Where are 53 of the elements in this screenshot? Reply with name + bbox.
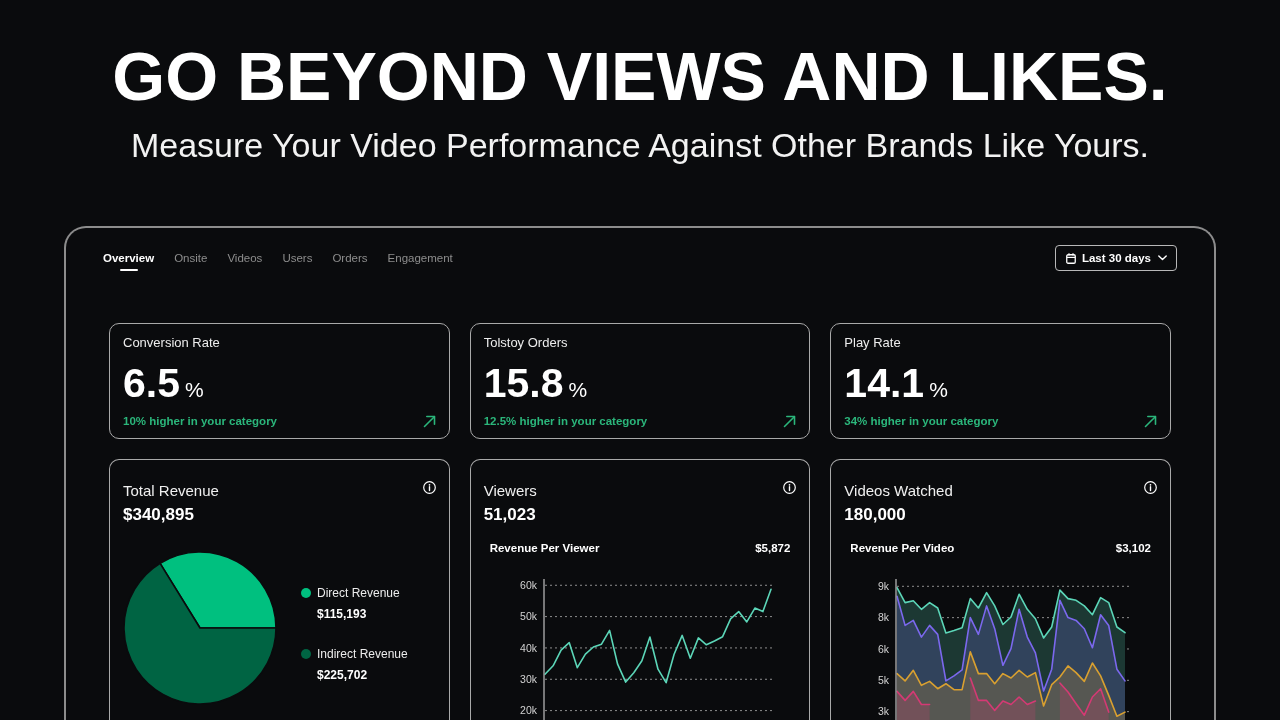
tab[interactable]: Overview (103, 245, 155, 271)
info-icon[interactable] (1144, 481, 1157, 494)
card-title: Conversion Rate (123, 335, 220, 351)
arrow-up-right-icon (1144, 414, 1157, 428)
comparison-note: 34% higher in your category (844, 414, 999, 429)
stat-unit: % (185, 377, 204, 403)
stat-value: 15.8 (483, 360, 564, 406)
date-range-button[interactable]: Last 30 days (1054, 245, 1177, 271)
card-value: 51,023 (483, 505, 536, 525)
metric-label: Revenue Per Video (850, 541, 955, 556)
comparison-note: 10% higher in your category (123, 414, 277, 429)
axis-tick-label: 9k (878, 580, 890, 593)
card-title: Play Rate (844, 335, 901, 351)
calendar-icon (1065, 252, 1076, 264)
headline: GO BEYOND VIEWS AND LIKES. (112, 37, 1168, 116)
tab[interactable]: Orders (332, 245, 368, 271)
tab[interactable]: Engagement (387, 245, 453, 271)
axis-tick-label: 40k (519, 641, 537, 654)
tab[interactable]: Users (282, 245, 313, 271)
stat-value: 14.1 (844, 360, 925, 406)
stat-value: 6.5 (123, 360, 180, 406)
caret-icon (1158, 255, 1167, 261)
axis-tick-label: 5k (878, 674, 890, 687)
legend-label: Direct Revenue (317, 585, 400, 601)
card-title: Tolstoy Orders (483, 335, 568, 351)
axis-tick-label: 6k (878, 642, 890, 655)
axis-tick-label: 50k (519, 610, 537, 623)
axis-tick-label: 8k (878, 611, 890, 624)
axis-tick-label: 3k (878, 705, 890, 718)
card-title: Viewers (483, 482, 537, 500)
tab[interactable]: Onsite (174, 245, 208, 271)
stat-unit: % (929, 377, 948, 403)
card-title: Total Revenue (123, 482, 219, 500)
arrow-up-right-icon (783, 414, 797, 428)
info-icon[interactable] (422, 481, 436, 494)
legend-value: $115,193 (317, 606, 367, 622)
comparison-note: 12.5% higher in your category (483, 414, 648, 429)
card-title: Videos Watched (844, 482, 953, 500)
stat-unit: % (568, 377, 588, 403)
tab[interactable]: Videos (227, 245, 263, 271)
metric-label: Revenue Per Viewer (489, 541, 600, 556)
info-icon[interactable] (783, 481, 797, 494)
arrow-up-right-icon (422, 414, 436, 428)
metric-value: $3,102 (1115, 541, 1151, 556)
axis-tick-label: 30k (519, 673, 537, 686)
card-value: 180,000 (844, 505, 906, 525)
axis-tick-label: 60k (519, 579, 537, 592)
card-value: $340,895 (123, 505, 194, 525)
metric-value: $5,872 (755, 541, 791, 556)
legend-value: $225,702 (317, 667, 368, 683)
subheadline: Measure Your Video Performance Against Other Brands Like Yours. (130, 125, 1150, 165)
axis-tick-label: 20k (519, 704, 537, 717)
legend-label: Indirect Revenue (317, 646, 408, 662)
